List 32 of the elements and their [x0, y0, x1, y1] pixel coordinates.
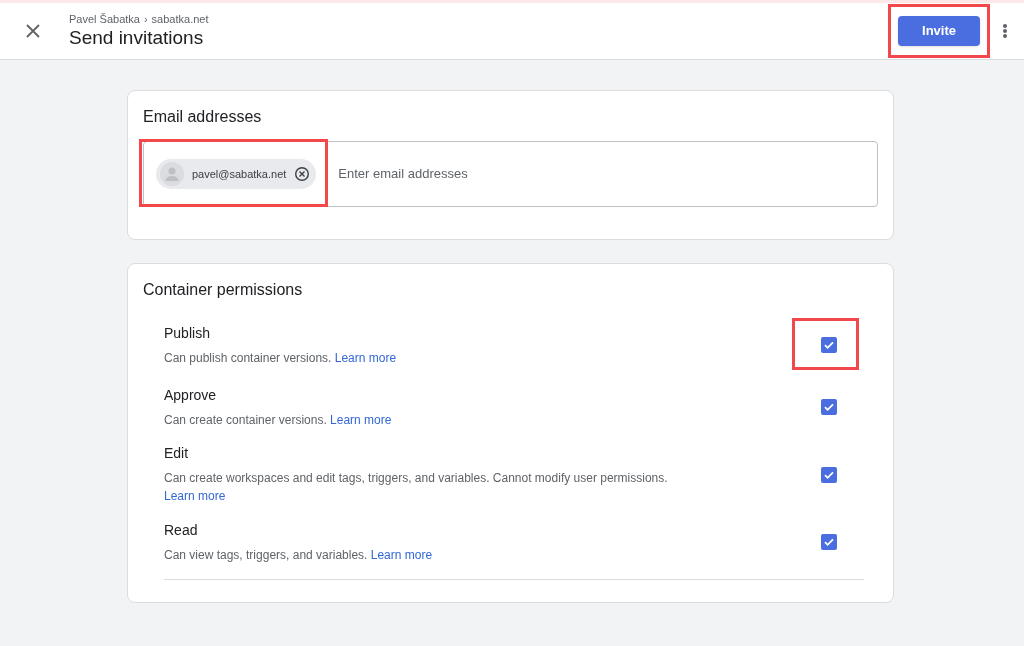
permission-name: Approve — [164, 385, 218, 404]
learn-more-link[interactable]: Learn more — [370, 547, 433, 562]
card-title: Container permissions — [143, 280, 304, 300]
more-options-icon[interactable] — [1002, 22, 1008, 40]
learn-more-link[interactable]: Learn more — [334, 350, 397, 365]
permission-name: Edit — [164, 444, 190, 462]
checkmark-icon — [823, 339, 835, 351]
page-title: Send invitations — [69, 26, 205, 50]
checkmark-icon — [823, 536, 835, 548]
email-chip[interactable]: pavel@sabatka.net — [156, 159, 317, 189]
permission-description: Can create container versions. Learn more — [164, 411, 393, 429]
checkmark-icon — [823, 401, 835, 413]
chip-label: pavel@sabatka.net — [192, 166, 287, 182]
close-icon[interactable] — [24, 22, 42, 40]
person-icon — [160, 162, 184, 186]
permission-description: Can create workspaces and edit tags, triggers, and variables. Cannot modify user permissions. Learn more — [164, 470, 669, 505]
invite-button[interactable]: Invite — [898, 16, 980, 46]
breadcrumb-separator: › — [143, 12, 148, 26]
card-title: Email addresses — [143, 107, 263, 127]
checkbox[interactable] — [821, 337, 837, 353]
learn-more-link[interactable]: Learn more — [164, 489, 226, 503]
permission-name: Read — [164, 520, 199, 539]
checkbox[interactable] — [821, 534, 837, 550]
remove-icon[interactable] — [294, 166, 311, 182]
permission-description: Can view tags, triggers, and variables. Learn more — [164, 546, 434, 564]
permission-description: Can publish container versions. Learn more — [164, 349, 398, 367]
checkbox[interactable] — [821, 399, 837, 415]
learn-more-link[interactable]: Learn more — [330, 412, 392, 427]
breadcrumb-link[interactable]: sabatka.net — [151, 12, 209, 26]
permission-name: Publish — [164, 323, 211, 342]
breadcrumb-link[interactable]: Pavel Šabatka — [69, 12, 140, 26]
checkbox[interactable] — [821, 466, 837, 483]
